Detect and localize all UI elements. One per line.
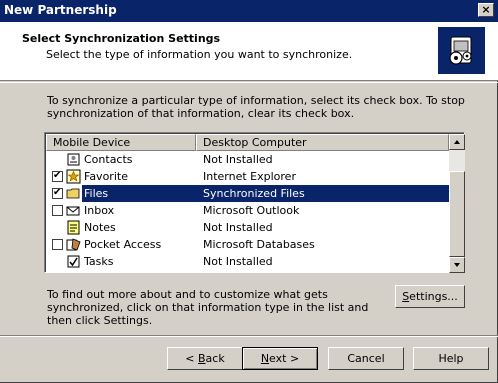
folder-icon bbox=[66, 186, 81, 201]
scroll-up-button[interactable] bbox=[449, 134, 465, 150]
cancel-button[interactable]: Cancel bbox=[328, 347, 404, 370]
settings-button[interactable]: Settings... bbox=[395, 285, 465, 308]
back-accel: B bbox=[198, 352, 206, 365]
arrow-up-icon bbox=[454, 140, 460, 144]
files-checkbox[interactable] bbox=[52, 186, 63, 200]
item-name: Files bbox=[84, 187, 109, 200]
pocket-access-icon bbox=[66, 237, 81, 252]
next-button[interactable]: Next > bbox=[242, 347, 318, 370]
list-item[interactable]: Inbox Microsoft Outlook bbox=[46, 202, 449, 219]
favorite-star-icon bbox=[66, 169, 81, 184]
inbox-icon bbox=[66, 203, 81, 218]
wizard-header: Select Synchronization Settings Select t… bbox=[0, 22, 498, 81]
footer-divider bbox=[0, 335, 498, 337]
item-desktop-source: Not Installed bbox=[203, 221, 273, 234]
item-name: Tasks bbox=[84, 255, 114, 268]
item-desktop-source: Internet Explorer bbox=[203, 170, 296, 183]
favorite-checkbox[interactable] bbox=[52, 169, 63, 183]
list-item[interactable]: Pocket Access Microsoft Databases bbox=[46, 236, 449, 253]
intro-text: To synchronize a particular type of info… bbox=[47, 94, 465, 120]
item-desktop-source: Microsoft Outlook bbox=[203, 204, 300, 217]
tasks-icon bbox=[66, 254, 81, 269]
list-item[interactable]: Files Synchronized Files bbox=[46, 185, 449, 202]
list-rows: Contacts Not Installed Favorite Internet Ex… bbox=[46, 151, 449, 270]
item-name: Favorite bbox=[84, 170, 128, 183]
list-header: Mobile Device Desktop Computer bbox=[46, 134, 449, 151]
back-button[interactable]: < Back bbox=[167, 347, 243, 370]
contacts-icon bbox=[66, 152, 81, 167]
list-item[interactable]: Favorite Internet Explorer bbox=[46, 168, 449, 185]
sync-types-list[interactable]: Mobile Device Desktop Computer Contacts N… bbox=[44, 132, 465, 273]
window-title: New Partnership bbox=[4, 3, 117, 17]
list-item[interactable]: Contacts Not Installed bbox=[46, 151, 449, 168]
notes-icon bbox=[66, 220, 81, 235]
inbox-checkbox[interactable] bbox=[52, 205, 63, 216]
vertical-scrollbar[interactable] bbox=[449, 134, 465, 273]
settings-note: To find out more about and to customize … bbox=[47, 288, 369, 327]
item-desktop-source: Not Installed bbox=[203, 255, 273, 268]
scroll-down-button[interactable] bbox=[449, 257, 465, 273]
new-partnership-dialog: New Partnership × Select Synchronization… bbox=[0, 0, 498, 383]
pocket-access-checkbox[interactable] bbox=[52, 239, 63, 250]
item-name: Notes bbox=[84, 221, 116, 234]
item-name: Inbox bbox=[84, 204, 115, 217]
item-desktop-source: Synchronized Files bbox=[203, 187, 305, 200]
item-desktop-source: Not Installed bbox=[203, 153, 273, 166]
item-name: Contacts bbox=[84, 153, 133, 166]
close-button[interactable]: × bbox=[478, 3, 494, 17]
help-button[interactable]: Help bbox=[413, 347, 489, 370]
scroll-thumb[interactable] bbox=[449, 171, 465, 257]
column-header-mobile-device[interactable]: Mobile Device bbox=[46, 134, 196, 151]
header-divider bbox=[0, 82, 498, 83]
page-subtitle: Select the type of information you want … bbox=[46, 48, 353, 61]
next-accel: N bbox=[260, 352, 270, 365]
title-bar: New Partnership × bbox=[0, 0, 498, 22]
column-header-desktop-computer[interactable]: Desktop Computer bbox=[196, 134, 449, 151]
close-icon: × bbox=[481, 3, 491, 16]
item-name: Pocket Access bbox=[84, 238, 162, 251]
page-title: Select Synchronization Settings bbox=[22, 32, 221, 45]
list-item[interactable]: Tasks Not Installed bbox=[46, 253, 449, 270]
sync-settings-icon bbox=[438, 27, 485, 74]
arrow-down-icon bbox=[454, 263, 460, 267]
list-item[interactable]: Notes Not Installed bbox=[46, 219, 449, 236]
item-desktop-source: Microsoft Databases bbox=[203, 238, 315, 251]
